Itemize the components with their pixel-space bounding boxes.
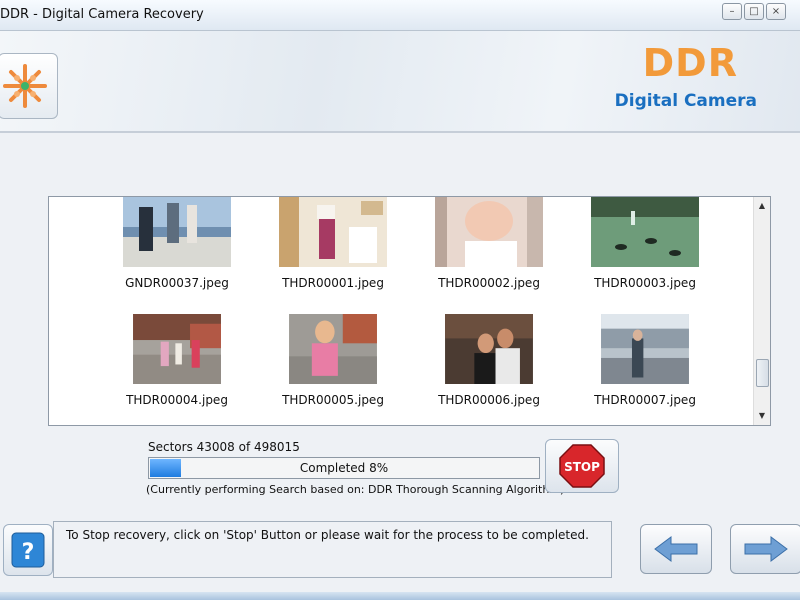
stop-button[interactable]: STOP (545, 439, 619, 493)
file-item[interactable]: GNDR00037.jpeg (99, 197, 255, 290)
file-name: THDR00002.jpeg (438, 276, 540, 290)
help-label: ? (22, 540, 35, 565)
window-bottom-edge (0, 592, 800, 600)
photo-thumbnail (445, 314, 533, 384)
brand-logo-text: DDR (642, 41, 738, 85)
stop-sign-icon: STOP (559, 444, 605, 488)
minimize-button[interactable]: – (722, 3, 742, 20)
status-message: To Stop recovery, click on 'Stop' Button… (66, 528, 589, 542)
close-button[interactable]: × (766, 3, 786, 20)
file-item[interactable]: THDR00003.jpeg (567, 197, 723, 290)
arrow-left-icon (654, 536, 698, 562)
recovered-files-panel: GNDR00037.jpeg THDR00001.jpeg THDR00002.… (48, 196, 771, 426)
title-bar: DDR - Digital Camera Recovery – □ × (0, 0, 800, 31)
logo (0, 53, 58, 119)
file-name: GNDR00037.jpeg (125, 276, 229, 290)
photo-thumbnail (435, 197, 543, 267)
photo-thumbnail (123, 197, 231, 267)
back-button[interactable] (640, 524, 712, 574)
stop-label: STOP (564, 460, 600, 474)
thumbnail-grid: GNDR00037.jpeg THDR00001.jpeg THDR00002.… (49, 197, 752, 425)
photo-thumbnail (279, 197, 387, 267)
scroll-up-icon[interactable]: ▲ (754, 199, 770, 213)
photo-thumbnail (591, 197, 699, 267)
file-name: THDR00003.jpeg (594, 276, 696, 290)
file-item[interactable]: THDR00002.jpeg (411, 197, 567, 290)
window-title: DDR - Digital Camera Recovery (0, 7, 204, 22)
scroll-thumb[interactable] (756, 359, 769, 387)
maximize-button[interactable]: □ (744, 3, 764, 20)
asterisk-logo-icon (3, 64, 47, 108)
app-header: DDR Digital Camera (0, 31, 800, 133)
product-subtitle: Digital Camera (614, 91, 757, 111)
file-name: THDR00004.jpeg (126, 393, 228, 407)
next-button[interactable] (730, 524, 800, 574)
photo-thumbnail (601, 314, 689, 384)
sectors-counter: Sectors 43008 of 498015 (148, 440, 300, 454)
status-message-box: To Stop recovery, click on 'Stop' Button… (53, 521, 612, 578)
photo-thumbnail (289, 314, 377, 384)
file-name: THDR00001.jpeg (282, 276, 384, 290)
help-icon: ? (11, 532, 45, 568)
file-name: THDR00005.jpeg (282, 393, 384, 407)
file-name: THDR00007.jpeg (594, 393, 696, 407)
file-item[interactable]: THDR00006.jpeg (411, 314, 567, 407)
vertical-scrollbar[interactable]: ▲ ▼ (753, 197, 770, 425)
window-controls: – □ × (722, 3, 786, 20)
progress-text: Completed 8% (299, 461, 389, 475)
photo-thumbnail (133, 314, 221, 384)
progress-bar: Completed 8% (148, 457, 540, 479)
help-button[interactable]: ? (3, 524, 53, 576)
file-item[interactable]: THDR00005.jpeg (255, 314, 411, 407)
arrow-right-icon (744, 536, 788, 562)
file-item[interactable]: THDR00001.jpeg (255, 197, 411, 290)
file-name: THDR00006.jpeg (438, 393, 540, 407)
file-item[interactable]: THDR00004.jpeg (99, 314, 255, 407)
scroll-down-icon[interactable]: ▼ (754, 409, 770, 423)
file-item[interactable]: THDR00007.jpeg (567, 314, 723, 407)
algorithm-status: (Currently performing Search based on: D… (146, 483, 565, 496)
